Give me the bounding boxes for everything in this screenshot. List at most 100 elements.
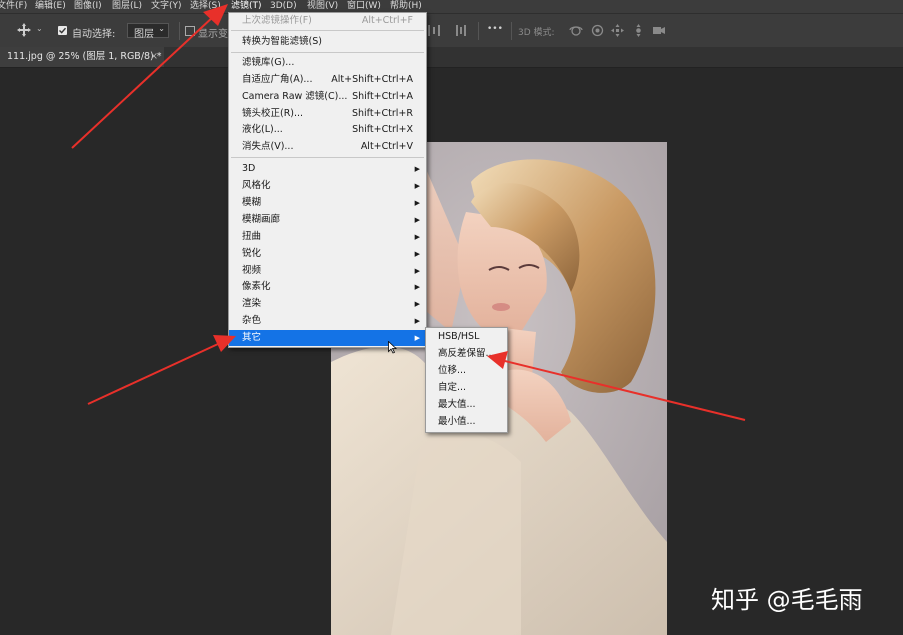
menu-select[interactable]: 选择(S) [190, 0, 221, 13]
submenu-arrow-icon: ▶ [414, 233, 420, 241]
menu-item-label: 滤镜库(G)... [242, 57, 295, 68]
menu-item-lens-correction[interactable]: 镜头校正(R)... Shift+Ctrl+R [229, 106, 426, 122]
submenu-item-label: 最小值... [438, 416, 476, 427]
submenu-item-label: HSB/HSL [438, 331, 480, 342]
3d-mode-label: 3D 模式: [518, 28, 555, 38]
menu-layer[interactable]: 图层(L) [112, 0, 142, 13]
slide-3d-icon[interactable] [632, 24, 645, 37]
mouse-cursor-icon [388, 339, 398, 358]
divider [179, 22, 180, 40]
menu-item-blur-gallery[interactable]: 模糊画廊 ▶ [229, 212, 426, 228]
menu-item-label: 液化(L)... [242, 124, 283, 135]
menu-separator [231, 52, 424, 53]
submenu-arrow-icon: ▶ [414, 267, 420, 275]
move-tool-icon[interactable] [17, 23, 31, 37]
menu-item-label: 转换为智能滤镜(S) [242, 36, 322, 47]
document-tab-bar: 111.jpg @ 25% (图层 1, RGB/8) * × [0, 47, 903, 68]
submenu-arrow-icon: ▶ [414, 283, 420, 291]
menu-item-label: 模糊画廊 [242, 214, 281, 225]
menu-item-label: 锐化 [242, 248, 262, 259]
distribute-icon[interactable] [427, 24, 441, 37]
auto-select-label: 自动选择: [72, 29, 116, 40]
menu-item-label: 渲染 [242, 298, 262, 309]
submenu-arrow-icon: ▶ [414, 165, 420, 173]
filter-menu: 上次滤镜操作(F) Alt+Ctrl+F 转换为智能滤镜(S) 滤镜库(G)..… [228, 12, 427, 348]
submenu-item-custom[interactable]: 自定... [426, 379, 507, 396]
menu-item-vanishing-point[interactable]: 消失点(V)... Alt+Ctrl+V [229, 139, 426, 155]
auto-select-checkbox[interactable] [58, 26, 67, 35]
submenu-item-hsb-hsl[interactable]: HSB/HSL [426, 328, 507, 345]
submenu-arrow-icon: ▶ [414, 250, 420, 258]
menu-item-shortcut: Alt+Shift+Ctrl+A [331, 74, 413, 85]
menu-item-shortcut: Alt+Ctrl+F [361, 15, 413, 26]
layer-select-dropdown[interactable]: 图层 ⌄ [127, 23, 169, 40]
menu-item-stylize[interactable]: 风格化 ▶ [229, 178, 426, 194]
menu-image[interactable]: 图像(I) [74, 0, 102, 13]
submenu-item-label: 自定... [438, 382, 467, 393]
menu-item-render[interactable]: 渲染 ▶ [229, 296, 426, 312]
orbit-3d-icon[interactable] [569, 24, 583, 37]
menu-item-convert-smart-filter[interactable]: 转换为智能滤镜(S) [229, 34, 426, 50]
menu-separator [231, 30, 424, 31]
other-submenu: HSB/HSL 高反差保留... 位移... 自定... 最大值... 最小值.… [425, 327, 508, 433]
menu-item-shortcut: Shift+Ctrl+A [352, 91, 413, 102]
menu-item-noise[interactable]: 杂色 ▶ [229, 313, 426, 329]
menu-item-last-filter: 上次滤镜操作(F) Alt+Ctrl+F [229, 13, 426, 29]
close-icon[interactable]: × [150, 47, 158, 67]
submenu-arrow-icon: ▶ [414, 216, 420, 224]
menu-item-label: 消失点(V)... [242, 141, 294, 152]
menu-item-liquify[interactable]: 液化(L)... Shift+Ctrl+X [229, 122, 426, 138]
menu-item-camera-raw[interactable]: Camera Raw 滤镜(C)... Shift+Ctrl+A [229, 89, 426, 105]
document-tab-title: 111.jpg @ 25% (图层 1, RGB/8) * [7, 51, 162, 62]
menu-item-video[interactable]: 视频 ▶ [229, 263, 426, 279]
menu-type[interactable]: 文字(Y) [151, 0, 182, 13]
submenu-item-high-pass[interactable]: 高反差保留... [426, 345, 507, 362]
submenu-item-label: 最大值... [438, 399, 476, 410]
document-tab[interactable]: 111.jpg @ 25% (图层 1, RGB/8) * × [0, 47, 164, 67]
menu-item-label: 3D [242, 163, 256, 174]
menu-item-blur[interactable]: 模糊 ▶ [229, 195, 426, 211]
roll-3d-icon[interactable] [591, 24, 604, 37]
submenu-arrow-icon: ▶ [414, 317, 420, 325]
watermark-text: 知乎 @毛毛雨 [711, 586, 863, 614]
menu-item-label: 视频 [242, 265, 262, 276]
menu-item-label: 风格化 [242, 180, 271, 191]
pan-3d-icon[interactable] [611, 24, 624, 37]
layer-select-value: 图层 [134, 29, 154, 40]
submenu-arrow-icon: ▶ [414, 334, 420, 342]
chevron-down-icon: ⌄ [158, 24, 165, 33]
options-bar: ⌄ 自动选择: 图层 ⌄ 显示变 ••• 3D 模式: [0, 13, 903, 47]
menu-item-filter-gallery[interactable]: 滤镜库(G)... [229, 55, 426, 71]
align-icon[interactable] [455, 24, 467, 37]
submenu-item-maximum[interactable]: 最大值... [426, 396, 507, 413]
menu-item-adaptive-wide-angle[interactable]: 自适应广角(A)... Alt+Shift+Ctrl+A [229, 72, 426, 88]
menu-item-label: 镜头校正(R)... [242, 108, 304, 119]
submenu-item-label: 位移... [438, 365, 467, 376]
menu-item-label: 杂色 [242, 315, 262, 326]
menu-item-sharpen[interactable]: 锐化 ▶ [229, 246, 426, 262]
menu-item-shortcut: Alt+Ctrl+V [360, 141, 413, 152]
menu-item-shortcut: Shift+Ctrl+X [352, 124, 413, 135]
menu-edit[interactable]: 编辑(E) [35, 0, 66, 13]
menu-separator [231, 157, 424, 158]
menu-item-pixelate[interactable]: 像素化 ▶ [229, 279, 426, 295]
show-transform-checkbox[interactable] [185, 26, 195, 36]
submenu-item-label: 高反差保留... [438, 348, 495, 359]
menu-item-label: 像素化 [242, 281, 271, 292]
submenu-item-offset[interactable]: 位移... [426, 362, 507, 379]
scale-3d-camera-icon[interactable] [652, 24, 666, 37]
menu-item-distort[interactable]: 扭曲 ▶ [229, 229, 426, 245]
divider [478, 22, 479, 40]
tool-preset-chevron-icon[interactable]: ⌄ [36, 24, 43, 33]
more-options-button[interactable]: ••• [487, 24, 503, 34]
divider [511, 22, 512, 40]
menu-file[interactable]: 文件(F) [0, 0, 27, 13]
menu-item-label: 自适应广角(A)... [242, 74, 313, 85]
menu-item-label: 上次滤镜操作(F) [242, 15, 312, 26]
submenu-arrow-icon: ▶ [414, 182, 420, 190]
submenu-arrow-icon: ▶ [414, 300, 420, 308]
menu-item-label: 其它 [242, 332, 262, 343]
submenu-item-minimum[interactable]: 最小值... [426, 413, 507, 430]
menu-item-3d[interactable]: 3D ▶ [229, 161, 426, 177]
menu-item-shortcut: Shift+Ctrl+R [351, 108, 413, 119]
